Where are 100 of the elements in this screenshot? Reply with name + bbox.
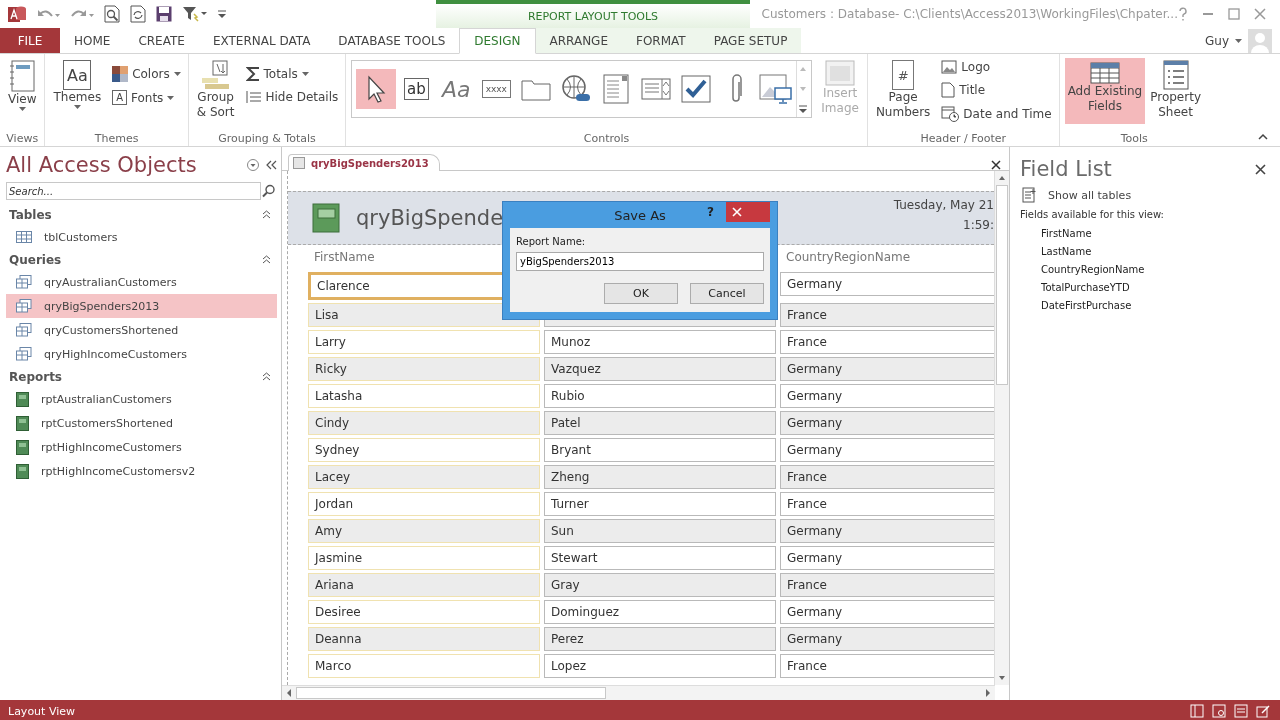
table-cell: Sun bbox=[544, 519, 776, 543]
window-title: Customers : Database- C:\Clients\Access2013\WorkingFiles\Chpater... bbox=[761, 7, 1178, 21]
nav-item[interactable]: tblCustomers bbox=[6, 225, 277, 249]
collapse-ribbon-icon bbox=[1258, 133, 1268, 140]
table-cell: Germany bbox=[780, 411, 994, 435]
help-icon bbox=[1178, 7, 1188, 21]
table-cell: Ricky bbox=[308, 357, 540, 381]
field-item[interactable]: TotalPurchaseYTD bbox=[1020, 278, 1268, 296]
table-cell: France bbox=[780, 654, 994, 678]
dropdown-arrow-icon bbox=[1235, 38, 1242, 43]
pointer-icon bbox=[366, 75, 387, 103]
control-tool[interactable]: ab bbox=[396, 69, 437, 109]
query-icon bbox=[16, 275, 32, 289]
control-tool[interactable]: xxxx bbox=[476, 69, 517, 109]
globe-link-icon bbox=[560, 74, 593, 104]
table-cell: Deanna bbox=[308, 627, 540, 651]
ribbon-tab[interactable]: DESIGN bbox=[459, 28, 536, 54]
close-icon bbox=[1254, 8, 1266, 20]
ribbon-tab[interactable]: FILE bbox=[0, 28, 60, 53]
dropdown-arrow-icon bbox=[167, 95, 175, 100]
table-cell: Dominguez bbox=[544, 600, 776, 624]
group-label: Themes bbox=[93, 132, 140, 146]
maximize-icon bbox=[1228, 8, 1240, 20]
table-cell: Germany bbox=[780, 357, 994, 381]
field-item[interactable]: FirstName bbox=[1020, 224, 1268, 242]
totals-button[interactable]: Totals bbox=[243, 64, 341, 84]
table-cell: Vazquez bbox=[544, 357, 776, 381]
table-cell: France bbox=[780, 330, 994, 354]
group-sort-button[interactable]: Group & Sort bbox=[193, 58, 238, 122]
column-header: FirstName bbox=[313, 249, 375, 266]
view-button[interactable]: View bbox=[5, 58, 40, 113]
ribbon-tab[interactable]: ARRANGE bbox=[535, 28, 622, 53]
nav-item[interactable]: qryBigSpenders2013 bbox=[6, 294, 277, 318]
nav-item[interactable]: rptHighIncomeCustomers bbox=[6, 435, 277, 459]
image-icon bbox=[825, 60, 856, 86]
date-time-button[interactable]: Date and Time bbox=[939, 104, 1054, 124]
report-name-field[interactable]: yBigSpenders2013 bbox=[516, 252, 764, 271]
hide-details-button[interactable]: Hide Details bbox=[243, 88, 341, 106]
calendar-clock-icon bbox=[941, 106, 960, 122]
close-button[interactable] bbox=[726, 202, 770, 222]
themes-button[interactable]: Aa Themes bbox=[50, 58, 105, 111]
page-numbers-button[interactable]: # Page Numbers bbox=[872, 58, 934, 122]
filter-icon bbox=[182, 6, 208, 22]
logo-picture-icon bbox=[941, 60, 958, 74]
table-cell: Zheng bbox=[544, 465, 776, 489]
close-pane-icon[interactable] bbox=[1253, 163, 1268, 175]
search-field[interactable]: Search... bbox=[6, 182, 261, 200]
table-cell: Gray bbox=[544, 573, 776, 597]
nav-item[interactable]: qryCustomersShortened bbox=[6, 318, 277, 342]
document-tab[interactable]: qryBigSpenders2013 bbox=[288, 154, 440, 171]
fonts-button[interactable]: A Fonts bbox=[110, 88, 183, 107]
table-cell: Germany bbox=[780, 627, 994, 651]
control-tool[interactable]: Aa bbox=[436, 69, 477, 109]
save-icon bbox=[156, 6, 172, 22]
group-label: Tools bbox=[1119, 132, 1149, 146]
fields-table-icon bbox=[1089, 60, 1120, 84]
refresh-icon bbox=[130, 5, 146, 23]
ribbon-tab[interactable]: HOME bbox=[60, 28, 125, 53]
tool-button[interactable]: Property Sheet bbox=[1147, 58, 1204, 124]
table-cell: France bbox=[780, 303, 994, 327]
field-item[interactable]: DateFirstPurchase bbox=[1020, 296, 1268, 314]
table-cell: Lacey bbox=[308, 465, 540, 489]
nav-item[interactable]: qryHighIncomeCustomers bbox=[6, 342, 277, 366]
horizontal-scrollbar[interactable] bbox=[282, 685, 995, 700]
cancel-button[interactable]: Cancel bbox=[690, 283, 764, 304]
dropdown-arrow-icon bbox=[73, 105, 81, 109]
field-item[interactable]: CountryRegionName bbox=[1020, 260, 1268, 278]
colors-icon bbox=[112, 66, 129, 82]
control-tool[interactable] bbox=[356, 69, 397, 109]
logo-button[interactable]: Logo bbox=[939, 58, 1054, 76]
table-cell: Stewart bbox=[544, 546, 776, 570]
table-cell: France bbox=[780, 492, 994, 516]
help-button[interactable]: ? bbox=[707, 205, 714, 219]
vertical-scrollbar[interactable] bbox=[994, 171, 1009, 685]
nav-item[interactable]: qryAustralianCustomers bbox=[6, 270, 277, 294]
dropdown-arrow-icon bbox=[173, 72, 181, 76]
column-header: CountryRegionName bbox=[785, 249, 911, 266]
show-all-tables-link[interactable]: Show all tables bbox=[1020, 181, 1268, 207]
title-button[interactable]: Title bbox=[939, 80, 1054, 100]
colors-button[interactable]: Colors bbox=[110, 64, 183, 84]
nav-item[interactable]: rptCustomersShortened bbox=[6, 411, 277, 435]
close-document-icon[interactable] bbox=[989, 160, 1003, 170]
collapse-pane-icon bbox=[265, 160, 277, 170]
close-icon bbox=[732, 207, 742, 217]
ribbon-tab[interactable]: CREATE bbox=[124, 28, 199, 53]
ribbon-tab[interactable]: FORMAT bbox=[622, 28, 700, 53]
ok-button[interactable]: OK bbox=[604, 283, 678, 304]
group-header: Queries bbox=[9, 252, 62, 267]
nav-item[interactable]: rptHighIncomeCustomersv2 bbox=[6, 459, 277, 483]
ribbon-tab[interactable]: DATABASE TOOLS bbox=[324, 28, 460, 53]
print-preview-view-icon bbox=[1212, 704, 1226, 718]
pane-title: All Access Objects bbox=[6, 153, 197, 177]
table-cell: Germany bbox=[780, 384, 994, 408]
tool-button[interactable]: Add Existing Fields bbox=[1064, 58, 1146, 124]
ribbon-tab[interactable]: PAGE SETUP bbox=[699, 28, 802, 53]
ribbon-tab[interactable]: EXTERNAL DATA bbox=[198, 28, 325, 53]
dropdown-arrow-icon bbox=[301, 72, 309, 76]
field-item[interactable]: LastName bbox=[1020, 242, 1268, 260]
nav-item[interactable]: rptAustralianCustomers bbox=[6, 387, 277, 411]
user-name[interactable]: Guy bbox=[1205, 33, 1229, 48]
